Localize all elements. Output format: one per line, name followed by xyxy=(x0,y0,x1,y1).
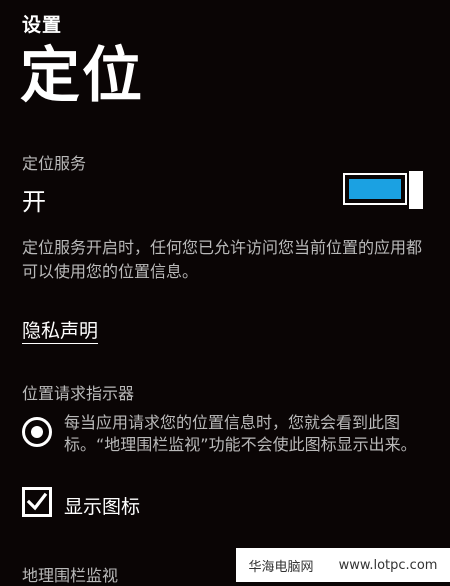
location-toggle-switch[interactable] xyxy=(343,171,429,209)
indicator-section-label: 位置请求指示器 xyxy=(22,384,135,403)
watermark-site-name: 华海电脑网 xyxy=(248,559,314,575)
privacy-statement-link[interactable]: 隐私声明 xyxy=(22,316,98,343)
toggle-thumb[interactable] xyxy=(409,171,423,209)
app-title: 设置 xyxy=(22,14,63,36)
checkmark-icon xyxy=(26,492,48,511)
toggle-state-text: 开 xyxy=(22,188,46,216)
watermark: 华海电脑网 www.lotpc.com xyxy=(236,548,450,582)
page-title: 定位 xyxy=(20,41,144,111)
show-icon-label[interactable]: 显示图标 xyxy=(64,492,140,519)
show-icon-checkbox[interactable] xyxy=(22,487,52,517)
watermark-url: www.lotpc.com xyxy=(338,557,438,573)
location-description: 定位服务开启时，任何您已允许访问您当前位置的应用都可以使用您的位置信息。 xyxy=(22,238,423,281)
location-service-label: 定位服务 xyxy=(22,154,87,173)
toggle-fill xyxy=(349,179,401,199)
location-indicator-icon xyxy=(22,417,52,447)
geofence-section-label: 地理围栏监视 xyxy=(22,566,119,585)
indicator-description: 每当应用请求您的位置信息时，您就会看到此图标。“地理围栏监视”功能不会使此图标显… xyxy=(64,413,417,454)
radio-dot xyxy=(31,426,43,438)
